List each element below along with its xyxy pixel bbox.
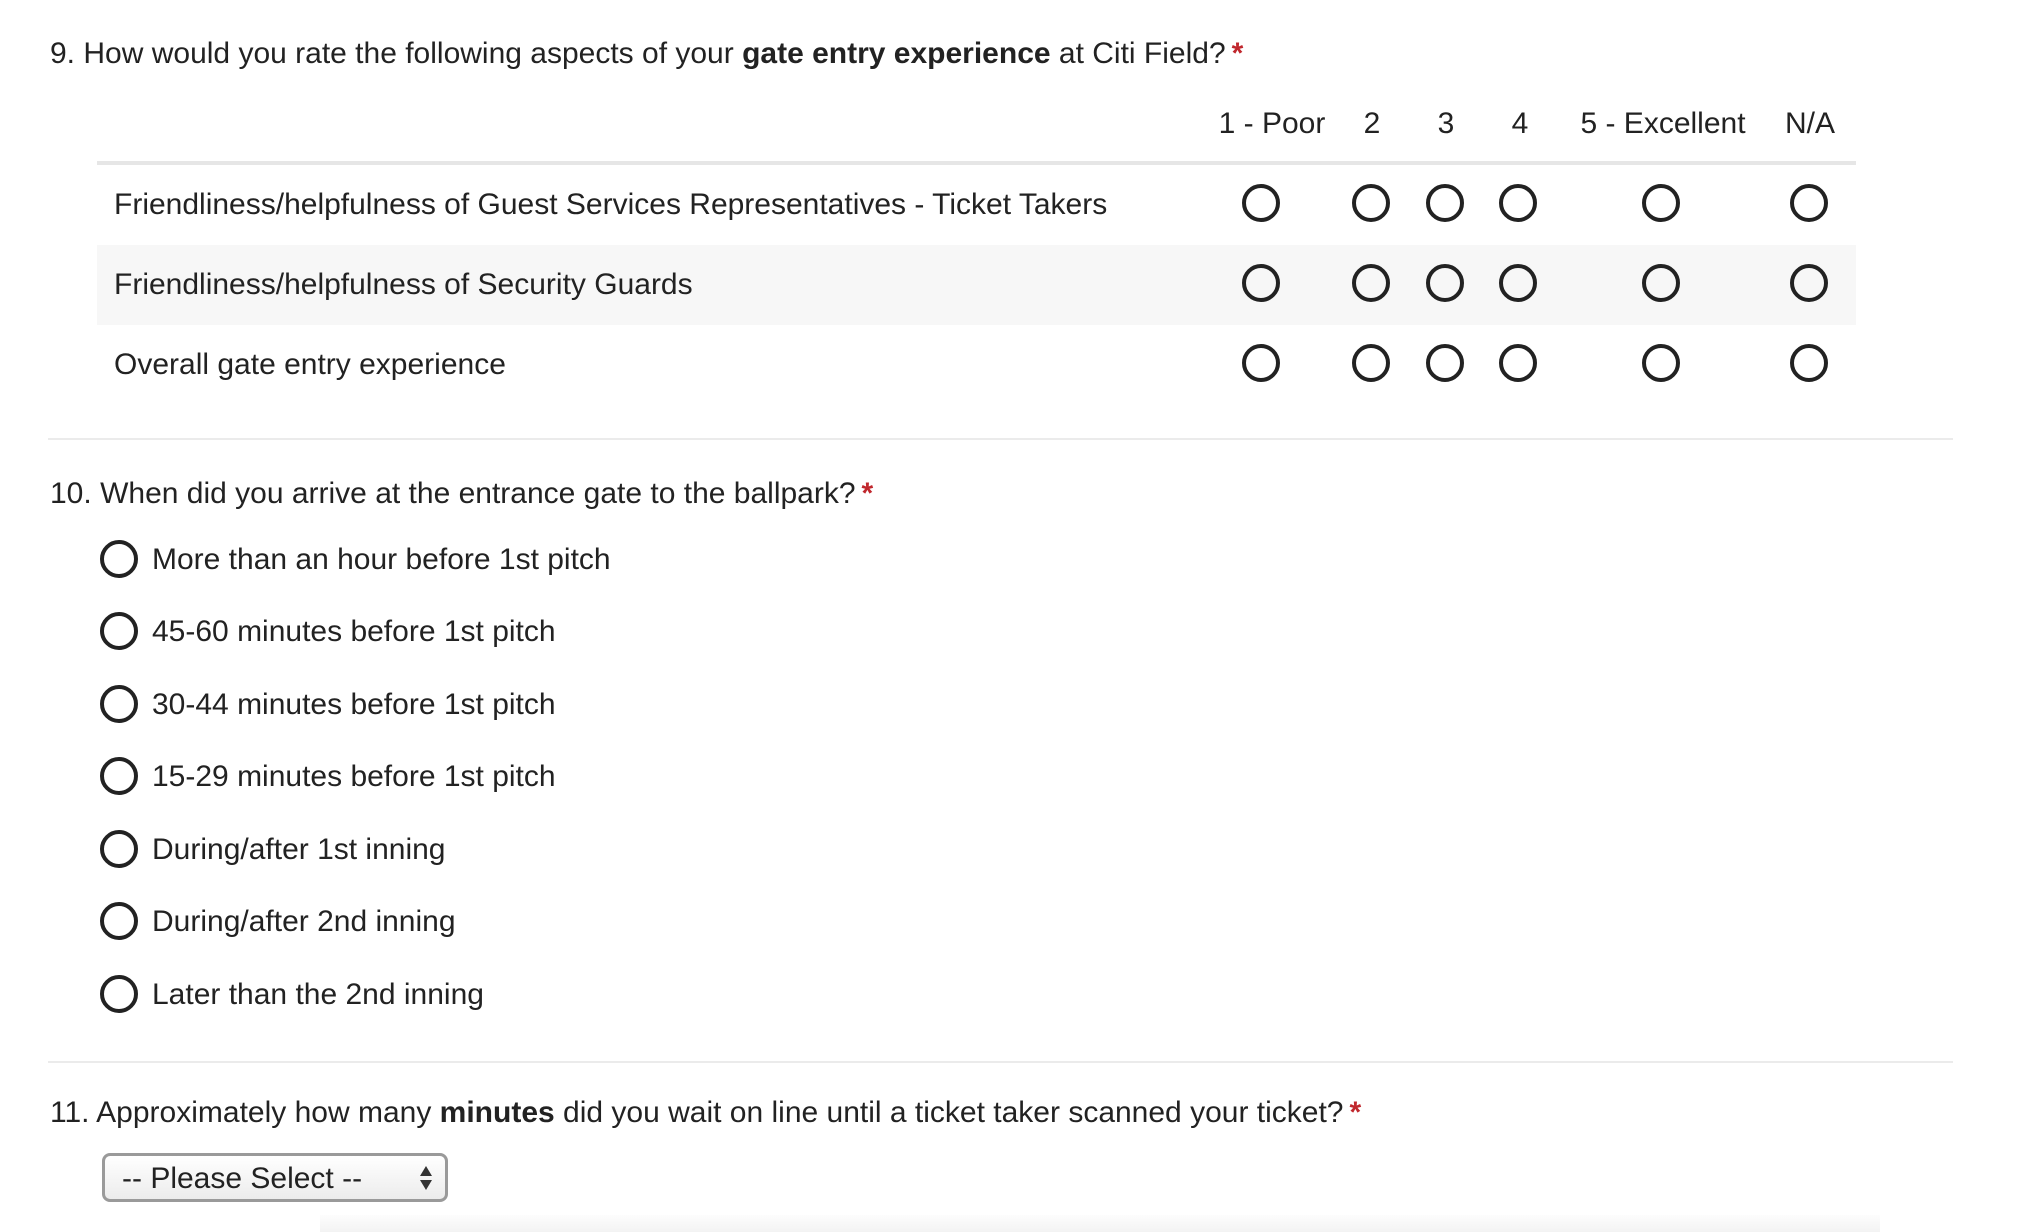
option-label[interactable]: More than an hour before 1st pitch: [152, 542, 611, 578]
radio-button[interactable]: [1352, 344, 1390, 382]
radio-button[interactable]: [1642, 264, 1680, 302]
radio-button[interactable]: [1426, 344, 1464, 382]
radio-button[interactable]: [100, 757, 138, 795]
q9-text-before: How would you rate the following aspects…: [83, 37, 734, 70]
option-label[interactable]: 45-60 minutes before 1st pitch: [152, 614, 556, 650]
q11-text-after: did you wait on line until a ticket take…: [563, 1096, 1344, 1129]
radio-button[interactable]: [1642, 344, 1680, 382]
radio-button[interactable]: [1499, 344, 1537, 382]
required-mark: *: [861, 477, 874, 510]
q9-text-bold: gate entry experience: [742, 37, 1051, 70]
radio-button[interactable]: [1790, 264, 1828, 302]
q9-title: 9. How would you rate the following aspe…: [50, 36, 1243, 72]
updown-arrows-icon: [420, 1166, 432, 1190]
q11-number: 11.: [50, 1096, 90, 1129]
radio-button[interactable]: [100, 975, 138, 1013]
q9-number: 9.: [50, 37, 76, 70]
radio-button[interactable]: [1352, 184, 1390, 222]
q11-text-bold: minutes: [439, 1096, 555, 1129]
radio-button[interactable]: [1499, 264, 1537, 302]
q10-text: When did you arrive at the entrance gate…: [100, 477, 856, 510]
radio-button[interactable]: [100, 612, 138, 650]
option-label[interactable]: During/after 1st inning: [152, 832, 446, 868]
col-label-3: 3: [1437, 107, 1455, 140]
radio-button[interactable]: [1242, 184, 1280, 222]
radio-button[interactable]: [1242, 344, 1280, 382]
radio-button[interactable]: [1790, 184, 1828, 222]
section-divider: [48, 1061, 1953, 1063]
option-label[interactable]: Later than the 2nd inning: [152, 977, 484, 1013]
radio-button[interactable]: [100, 685, 138, 723]
q11-title: 11. Approximately how many minutes did y…: [50, 1095, 1361, 1131]
radio-button[interactable]: [100, 902, 138, 940]
matrix-header: 1 - Poor 2 3 4 5 - Excellent N/A: [0, 106, 2026, 142]
radio-button[interactable]: [1426, 264, 1464, 302]
select-value: -- Please Select --: [122, 1162, 363, 1195]
q11-text-before: Approximately how many: [96, 1096, 432, 1129]
bottom-shadow: [320, 1215, 1880, 1232]
radio-button[interactable]: [1499, 184, 1537, 222]
required-mark: *: [1349, 1096, 1362, 1129]
col-label-4: 4: [1511, 107, 1529, 140]
radio-button[interactable]: [1242, 264, 1280, 302]
wait-minutes-select[interactable]: -- Please Select --: [102, 1153, 448, 1202]
option-label[interactable]: 15-29 minutes before 1st pitch: [152, 759, 556, 795]
matrix-row: Overall gate entry experience: [97, 325, 1856, 405]
radio-button[interactable]: [1642, 184, 1680, 222]
col-label-2: 2: [1363, 107, 1381, 140]
matrix-row: Friendliness/helpfulness of Security Gua…: [97, 245, 1856, 325]
option-label[interactable]: 30-44 minutes before 1st pitch: [152, 687, 556, 723]
matrix-row-label: Overall gate entry experience: [114, 348, 506, 381]
required-mark: *: [1231, 37, 1244, 70]
q10-number: 10.: [50, 477, 92, 510]
matrix-row-label: Friendliness/helpfulness of Guest Servic…: [114, 188, 1108, 221]
radio-button[interactable]: [100, 540, 138, 578]
col-label-na: N/A: [1784, 107, 1836, 140]
section-divider: [48, 438, 1953, 440]
option-label[interactable]: During/after 2nd inning: [152, 904, 456, 940]
col-label-5-excellent: 5 - Excellent: [1580, 107, 1746, 140]
matrix-row-label: Friendliness/helpfulness of Security Gua…: [114, 268, 693, 301]
q10-title: 10. When did you arrive at the entrance …: [50, 476, 873, 512]
q9-text-after: at Citi Field?: [1058, 37, 1226, 70]
radio-button[interactable]: [1352, 264, 1390, 302]
radio-button[interactable]: [1426, 184, 1464, 222]
radio-button[interactable]: [100, 830, 138, 868]
matrix-row: Friendliness/helpfulness of Guest Servic…: [97, 165, 1856, 245]
radio-button[interactable]: [1790, 344, 1828, 382]
col-label-1-poor: 1 - Poor: [1218, 107, 1326, 140]
